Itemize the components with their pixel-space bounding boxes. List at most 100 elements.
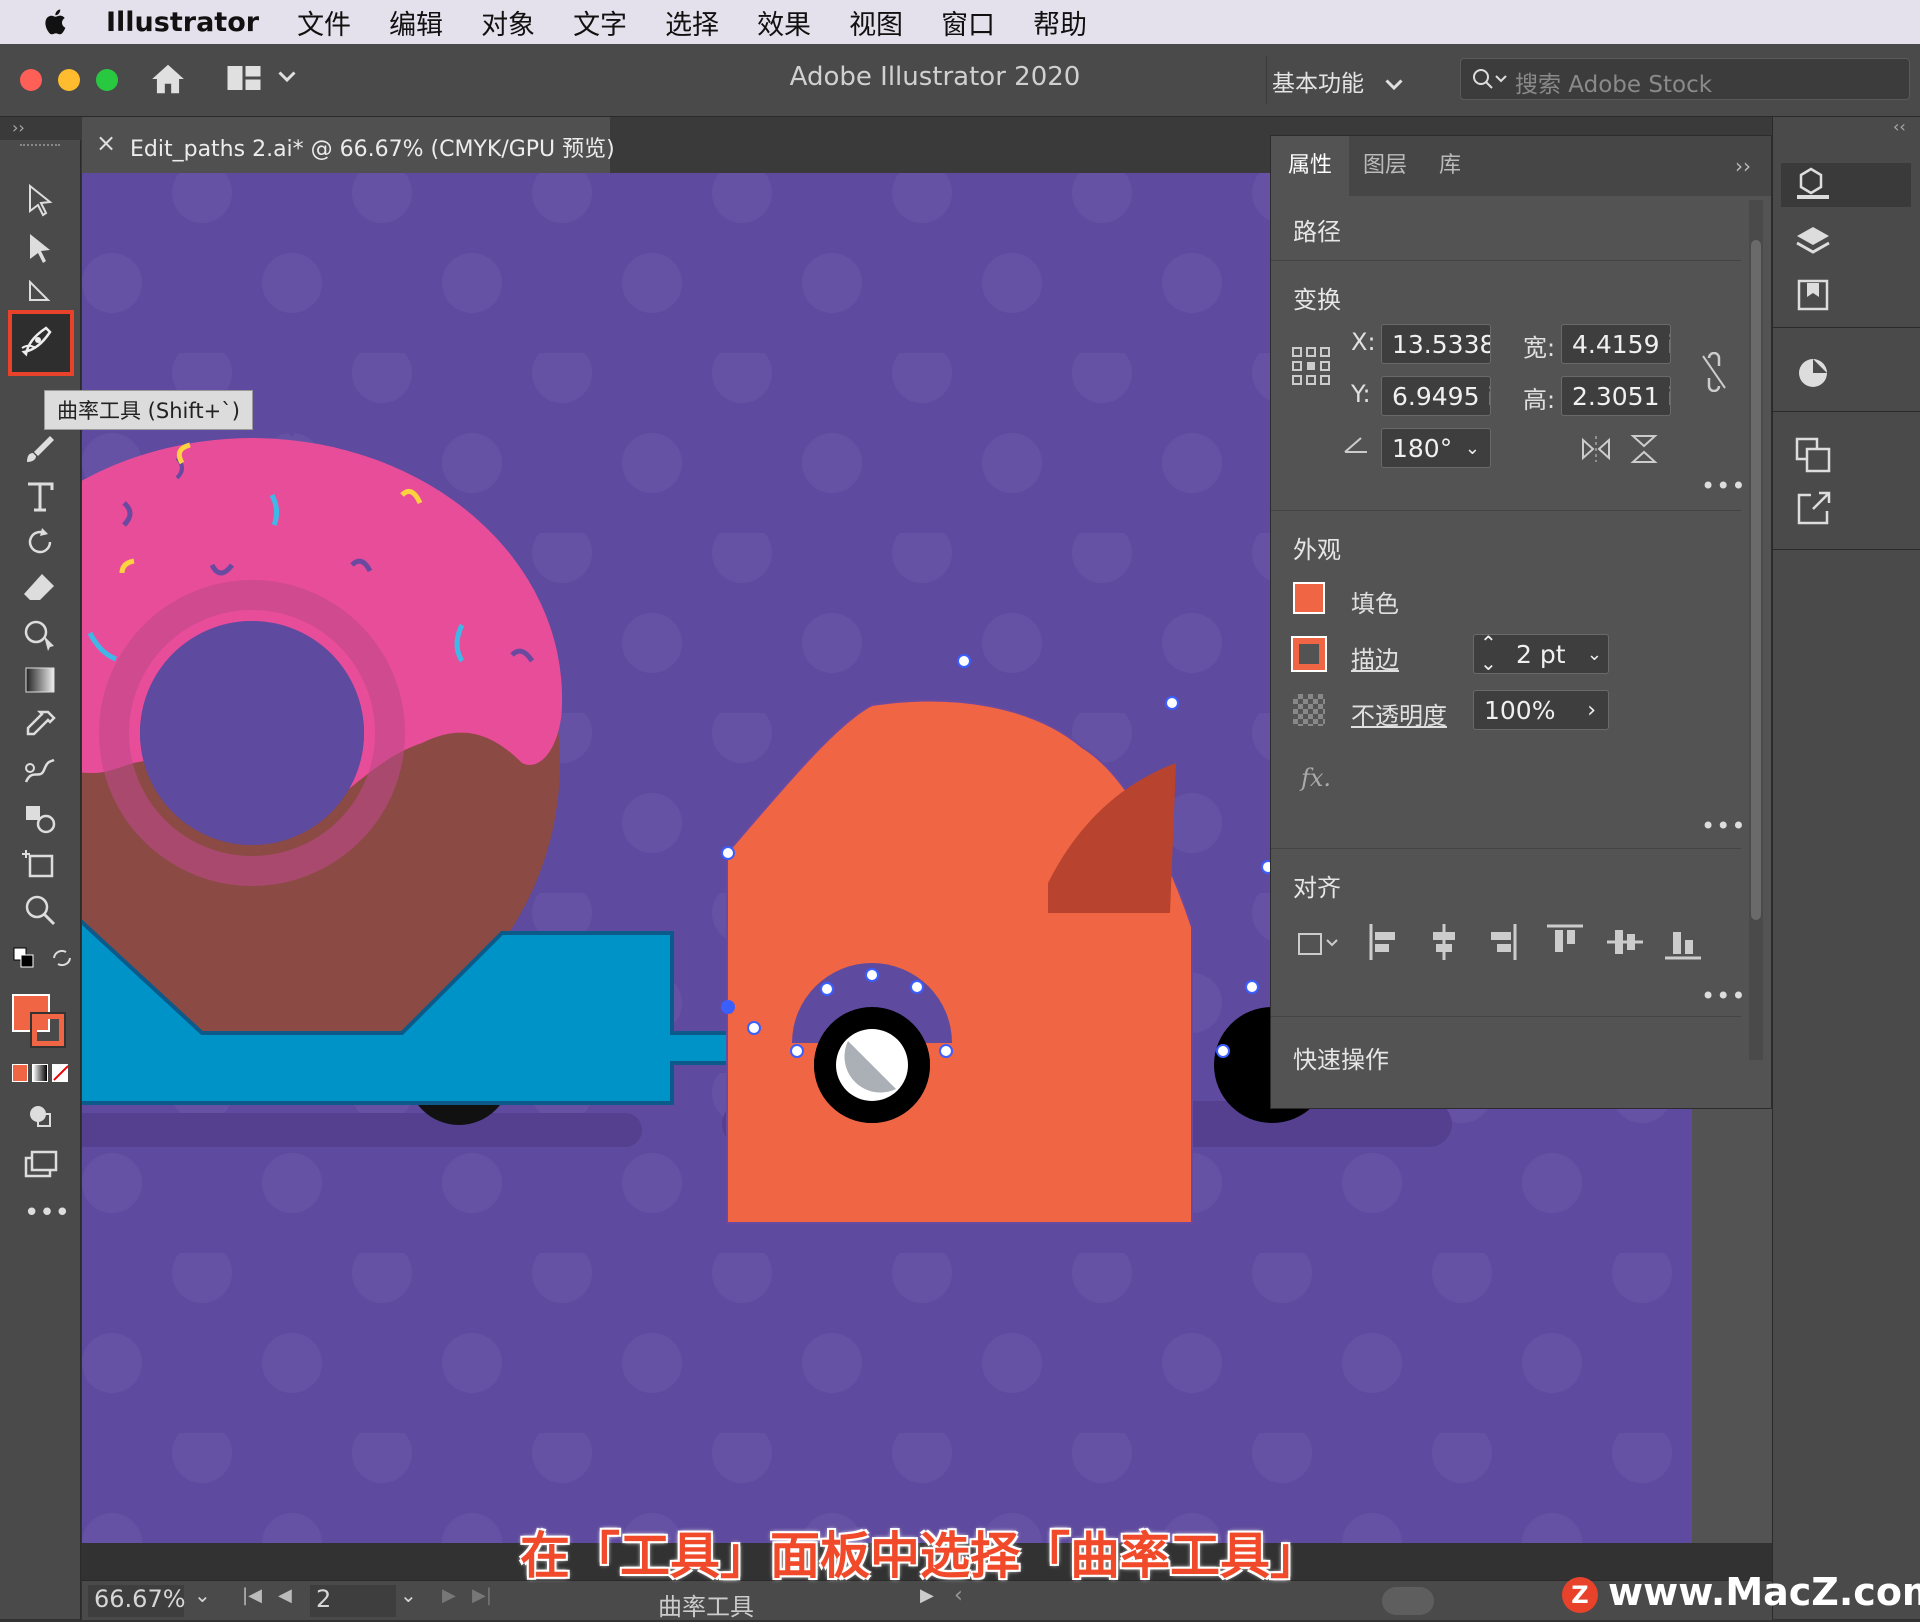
align-vertical-center-icon[interactable]	[1605, 922, 1645, 962]
artboard-tool[interactable]	[20, 844, 60, 884]
next-artboard-icon[interactable]: ▶	[442, 1585, 456, 1606]
menu-select[interactable]: 选择	[665, 3, 719, 42]
opacity-label[interactable]: 不透明度	[1351, 696, 1447, 731]
selection-tool[interactable]	[20, 180, 60, 220]
workspace-switcher[interactable]: 基本功能	[1272, 64, 1403, 98]
eraser-tool[interactable]	[20, 568, 60, 608]
divider	[1271, 1016, 1741, 1017]
default-colors-icon[interactable]	[12, 946, 36, 970]
none-mode-icon[interactable]	[52, 1064, 69, 1082]
paintbrush-tool[interactable]	[20, 430, 60, 470]
menu-window[interactable]: 窗口	[941, 3, 995, 42]
gradient-mode-icon[interactable]	[32, 1064, 48, 1082]
chevron-down-icon[interactable]: ⌄	[194, 1583, 211, 1607]
collapse-dock-icon[interactable]: ‹‹	[1893, 117, 1906, 136]
blend-tool[interactable]	[20, 752, 60, 792]
x-field[interactable]: 13.5338	[1381, 324, 1491, 364]
fx-button[interactable]: fx.	[1301, 764, 1331, 792]
appearance-more-button[interactable]: •••	[1701, 812, 1746, 840]
panel-menu-icon[interactable]: ››	[1735, 154, 1751, 178]
home-icon[interactable]	[148, 60, 188, 98]
menu-app-name[interactable]: Illustrator	[106, 7, 259, 38]
align-top-icon[interactable]	[1545, 922, 1585, 962]
first-artboard-icon[interactable]: |◀	[242, 1585, 262, 1606]
libraries-icon[interactable]	[1791, 273, 1835, 317]
align-horizontal-center-icon[interactable]	[1427, 922, 1461, 962]
menu-effect[interactable]: 效果	[757, 3, 811, 42]
width-field[interactable]: 4.4159 ir	[1561, 324, 1671, 364]
zoom-window-button[interactable]	[96, 69, 118, 91]
align-bottom-icon[interactable]	[1663, 922, 1703, 962]
rotate-tool[interactable]	[20, 522, 60, 562]
tab-properties[interactable]: 属性	[1271, 136, 1349, 196]
panel-scroll-thumb[interactable]	[1751, 240, 1761, 920]
reference-point-icon[interactable]	[1291, 346, 1331, 386]
gradient-tool[interactable]	[20, 660, 60, 700]
previous-artboard-icon[interactable]: ◀	[278, 1585, 292, 1606]
symbol-sprayer-tool[interactable]	[20, 798, 60, 838]
close-window-button[interactable]	[20, 69, 42, 91]
curvature-tool[interactable]	[18, 320, 58, 360]
panel-grip[interactable]	[20, 144, 60, 152]
tab-libraries[interactable]: 库	[1421, 136, 1479, 196]
color-guide-icon[interactable]	[1791, 351, 1835, 395]
artboard-number-field[interactable]: 2	[310, 1585, 396, 1617]
menu-type[interactable]: 文字	[573, 3, 627, 42]
stepper-icon[interactable]: ⌃ ⌄	[1480, 635, 1497, 673]
export-icon[interactable]	[1791, 487, 1835, 531]
stroke-swatch[interactable]	[30, 1012, 66, 1048]
menu-edit[interactable]: 编辑	[389, 3, 443, 42]
menu-help[interactable]: 帮助	[1033, 3, 1087, 42]
close-tab-button[interactable]: ×	[96, 129, 116, 157]
document-tab[interactable]: × Edit_paths 2.ai* @ 66.67% (CMYK/GPU 预览…	[82, 117, 615, 173]
stroke-weight-field[interactable]: ⌃ ⌄ 2 pt ⌄	[1473, 634, 1609, 674]
direct-selection-tool[interactable]	[20, 228, 60, 268]
menu-object[interactable]: 对象	[481, 3, 535, 42]
flip-horizontal-icon[interactable]	[1581, 436, 1611, 462]
zoom-field[interactable]: 66.67%	[88, 1585, 186, 1617]
chevron-down-icon[interactable]: ⌄	[400, 1583, 417, 1607]
layers-icon[interactable]	[1791, 221, 1835, 265]
opacity-field[interactable]: 100% ›	[1473, 690, 1609, 730]
last-artboard-icon[interactable]: ▶|	[472, 1585, 492, 1606]
tab-layers[interactable]: 图层	[1349, 136, 1421, 196]
eraser-icon	[24, 574, 54, 600]
swap-colors-icon[interactable]	[50, 946, 74, 970]
dock-item-properties[interactable]	[1781, 163, 1911, 207]
eyedropper-tool[interactable]	[20, 706, 60, 746]
stroke-label[interactable]: 描边	[1351, 640, 1399, 675]
group-selection-tool[interactable]	[20, 274, 60, 314]
screen-mode-tool[interactable]	[20, 1144, 60, 1184]
menu-file[interactable]: 文件	[297, 3, 351, 42]
apple-icon[interactable]	[40, 6, 72, 38]
transform-icon[interactable]	[1791, 433, 1835, 477]
horizontal-scroll-thumb[interactable]	[1382, 1587, 1434, 1615]
stroke-color-swatch[interactable]	[1291, 636, 1327, 672]
align-right-icon[interactable]	[1485, 922, 1519, 962]
color-mode-icon[interactable]	[12, 1064, 28, 1082]
stock-search-input[interactable]: 搜索 Adobe Stock	[1460, 58, 1910, 100]
constrain-proportions-icon[interactable]	[1699, 352, 1729, 392]
shape-builder-tool[interactable]	[20, 614, 60, 654]
align-to-icon[interactable]	[1293, 926, 1343, 960]
height-field[interactable]: 2.3051 ir	[1561, 376, 1671, 416]
menu-view[interactable]: 视图	[849, 3, 903, 42]
layout-icon[interactable]	[226, 64, 262, 92]
type-tool[interactable]	[20, 476, 60, 516]
transform-more-button[interactable]: •••	[1701, 472, 1746, 500]
status-menu-icon[interactable]: ▶	[920, 1585, 934, 1606]
y-field[interactable]: 6.9495 i	[1381, 376, 1491, 416]
minimize-window-button[interactable]	[58, 69, 80, 91]
flip-vertical-icon[interactable]	[1629, 434, 1659, 464]
panel-scrollbar[interactable]	[1749, 200, 1763, 1060]
rotation-field[interactable]: 180° ⌄	[1381, 428, 1491, 468]
fill-color-swatch[interactable]	[1293, 582, 1325, 614]
chevron-down-icon[interactable]	[278, 70, 296, 84]
artboard-icon	[22, 850, 54, 878]
align-more-button[interactable]: •••	[1701, 982, 1746, 1010]
align-left-icon[interactable]	[1367, 922, 1401, 962]
zoom-tool[interactable]	[20, 890, 60, 930]
draw-mode-tool[interactable]	[20, 1096, 60, 1136]
edit-toolbar-button[interactable]: •••	[24, 1198, 70, 1228]
collapse-toolbar-icon[interactable]: ››	[12, 118, 25, 137]
